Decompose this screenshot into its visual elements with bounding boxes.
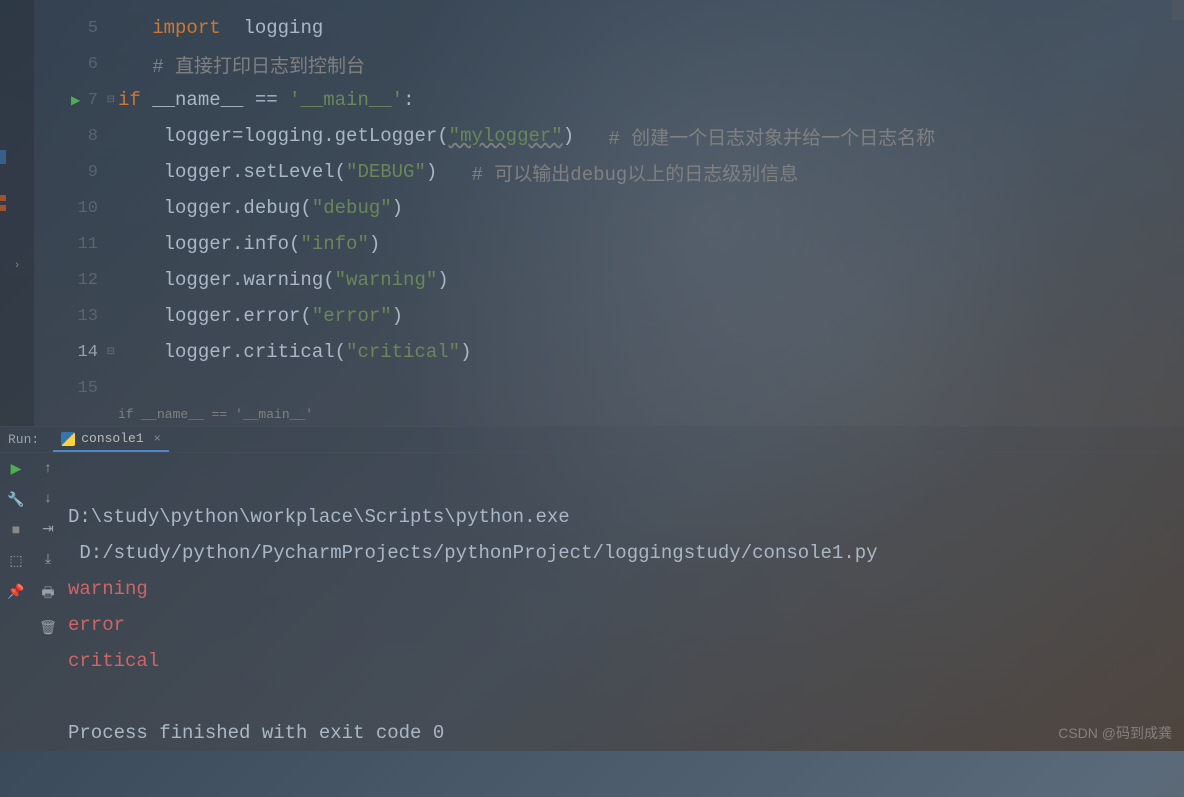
python-icon bbox=[61, 432, 75, 446]
chevron-right-icon[interactable]: › bbox=[14, 260, 21, 272]
run-panel: Run: console1 × ▶ 🔧 ■ ⬚ 📌 ↑ ↓ ⇥ ⤓ 🖶 🗑 D:… bbox=[0, 426, 1184, 751]
token: "debug" bbox=[312, 197, 392, 219]
token: __name__ == bbox=[152, 89, 289, 111]
code-line[interactable]: logger.error("error") bbox=[110, 298, 1184, 334]
marker-stripe bbox=[0, 205, 6, 211]
console-error-line: error bbox=[68, 614, 125, 636]
soft-wrap-icon[interactable]: ⇥ bbox=[42, 521, 54, 538]
token: logger.info( bbox=[164, 233, 301, 255]
token: '__main__' bbox=[289, 89, 403, 111]
marker-stripe bbox=[0, 150, 6, 164]
rerun-icon[interactable]: ▶ bbox=[11, 461, 22, 478]
trash-icon[interactable]: 🗑 bbox=[39, 620, 57, 637]
wrench-icon[interactable]: 🔧 bbox=[7, 492, 24, 509]
token: "info" bbox=[300, 233, 368, 255]
run-tab[interactable]: console1 × bbox=[53, 427, 169, 452]
code-line[interactable]: if __name__ == '__main__': bbox=[110, 82, 1184, 118]
marker-stripe bbox=[0, 195, 6, 201]
gutter-line[interactable]: 9 bbox=[35, 154, 110, 190]
token: "error" bbox=[312, 305, 392, 327]
token: logger.warning( bbox=[164, 269, 335, 291]
gutter-line[interactable]: 11 bbox=[35, 226, 110, 262]
code-line[interactable]: import logging bbox=[110, 10, 1184, 46]
pin-icon[interactable]: 📌 bbox=[7, 584, 24, 601]
console-line: D:/study/python/PycharmProjects/pythonPr… bbox=[68, 542, 878, 564]
token: logger.error( bbox=[164, 305, 312, 327]
breadcrumb[interactable]: if __name__ == '__main__' bbox=[118, 402, 313, 426]
run-header: Run: console1 × bbox=[0, 427, 1184, 453]
console-error-line: warning bbox=[68, 578, 148, 600]
run-body: ▶ 🔧 ■ ⬚ 📌 ↑ ↓ ⇥ ⤓ 🖶 🗑 D:\study\python\wo… bbox=[0, 453, 1184, 797]
token: ) bbox=[392, 197, 403, 219]
stop-icon[interactable]: ■ bbox=[12, 523, 20, 539]
error-stripe-map[interactable] bbox=[1172, 0, 1184, 20]
editor-area: › 567▶⊟891011121314⊟15 import logging # … bbox=[0, 0, 1184, 426]
code-area[interactable]: import logging # 直接打印日志到控制台if __name__ =… bbox=[110, 0, 1184, 426]
token: "warning" bbox=[335, 269, 438, 291]
run-gutter-icon[interactable]: ▶ bbox=[71, 93, 80, 108]
code-line[interactable] bbox=[110, 370, 1184, 406]
token: ) bbox=[437, 269, 448, 291]
console-output[interactable]: D:\study\python\workplace\Scripts\python… bbox=[64, 453, 1184, 797]
up-icon[interactable]: ↑ bbox=[44, 461, 52, 477]
gutter-line[interactable]: 8 bbox=[35, 118, 110, 154]
console-error-line: critical bbox=[68, 650, 159, 672]
code-line[interactable]: logger.critical("critical") bbox=[110, 334, 1184, 370]
gutter-line[interactable]: 12 bbox=[35, 262, 110, 298]
gutter-line[interactable]: 5 bbox=[35, 10, 110, 46]
gutter-line[interactable]: 10 bbox=[35, 190, 110, 226]
run-tab-label: console1 bbox=[81, 431, 143, 446]
token: # 可以输出debug以上的日志级别信息 bbox=[471, 159, 798, 186]
gutter-line[interactable]: 14⊟ bbox=[35, 334, 110, 370]
code-line[interactable]: logger.info("info") bbox=[110, 226, 1184, 262]
console-exit-line: Process finished with exit code 0 bbox=[68, 722, 444, 744]
token: logger bbox=[164, 125, 232, 147]
run-toolbar-right: ↑ ↓ ⇥ ⤓ 🖶 🗑 bbox=[32, 453, 64, 797]
token: logging bbox=[232, 17, 323, 39]
token: "mylogger" bbox=[449, 125, 563, 147]
line-gutter: 567▶⊟891011121314⊟15 bbox=[35, 0, 110, 426]
token: "DEBUG" bbox=[346, 161, 426, 183]
token: logger.debug( bbox=[164, 197, 312, 219]
gutter-line[interactable]: 15 bbox=[35, 370, 110, 406]
token: = bbox=[232, 125, 243, 147]
code-line[interactable]: logger.debug("debug") bbox=[110, 190, 1184, 226]
watermark: CSDN @码到成龚 bbox=[1058, 723, 1172, 743]
token: ) bbox=[369, 233, 380, 255]
run-toolbar-left: ▶ 🔧 ■ ⬚ 📌 bbox=[0, 453, 32, 797]
code-line[interactable]: logger.warning("warning") bbox=[110, 262, 1184, 298]
scroll-end-icon[interactable]: ⤓ bbox=[45, 552, 51, 568]
down-icon[interactable]: ↓ bbox=[44, 491, 52, 507]
run-label: Run: bbox=[8, 432, 39, 447]
token: ) bbox=[563, 125, 609, 147]
gutter-line[interactable]: 13 bbox=[35, 298, 110, 334]
token: : bbox=[403, 89, 414, 111]
gutter-line[interactable]: 7▶⊟ bbox=[35, 82, 110, 118]
layout-icon[interactable]: ⬚ bbox=[9, 553, 22, 570]
token: import bbox=[152, 17, 232, 39]
token: logger.critical( bbox=[164, 341, 346, 363]
close-icon[interactable]: × bbox=[154, 432, 161, 446]
code-line[interactable]: logger.setLevel("DEBUG") # 可以输出debug以上的日… bbox=[110, 154, 1184, 190]
token: # 创建一个日志对象并给一个日志名称 bbox=[608, 123, 935, 150]
token: logging.getLogger( bbox=[243, 125, 448, 147]
token: "critical" bbox=[346, 341, 460, 363]
console-line: D:\study\python\workplace\Scripts\python… bbox=[68, 506, 581, 528]
token: ) bbox=[426, 161, 472, 183]
token: ) bbox=[392, 305, 403, 327]
token: if bbox=[118, 89, 152, 111]
print-icon[interactable]: 🖶 bbox=[41, 582, 54, 606]
token: logger.setLevel( bbox=[164, 161, 346, 183]
project-tool-sidebar: › bbox=[0, 0, 35, 426]
token: ) bbox=[460, 341, 471, 363]
code-line[interactable]: logger=logging.getLogger("mylogger") # 创… bbox=[110, 118, 1184, 154]
gutter-line[interactable]: 6 bbox=[35, 46, 110, 82]
token: # 直接打印日志到控制台 bbox=[152, 51, 365, 78]
code-line[interactable]: # 直接打印日志到控制台 bbox=[110, 46, 1184, 82]
